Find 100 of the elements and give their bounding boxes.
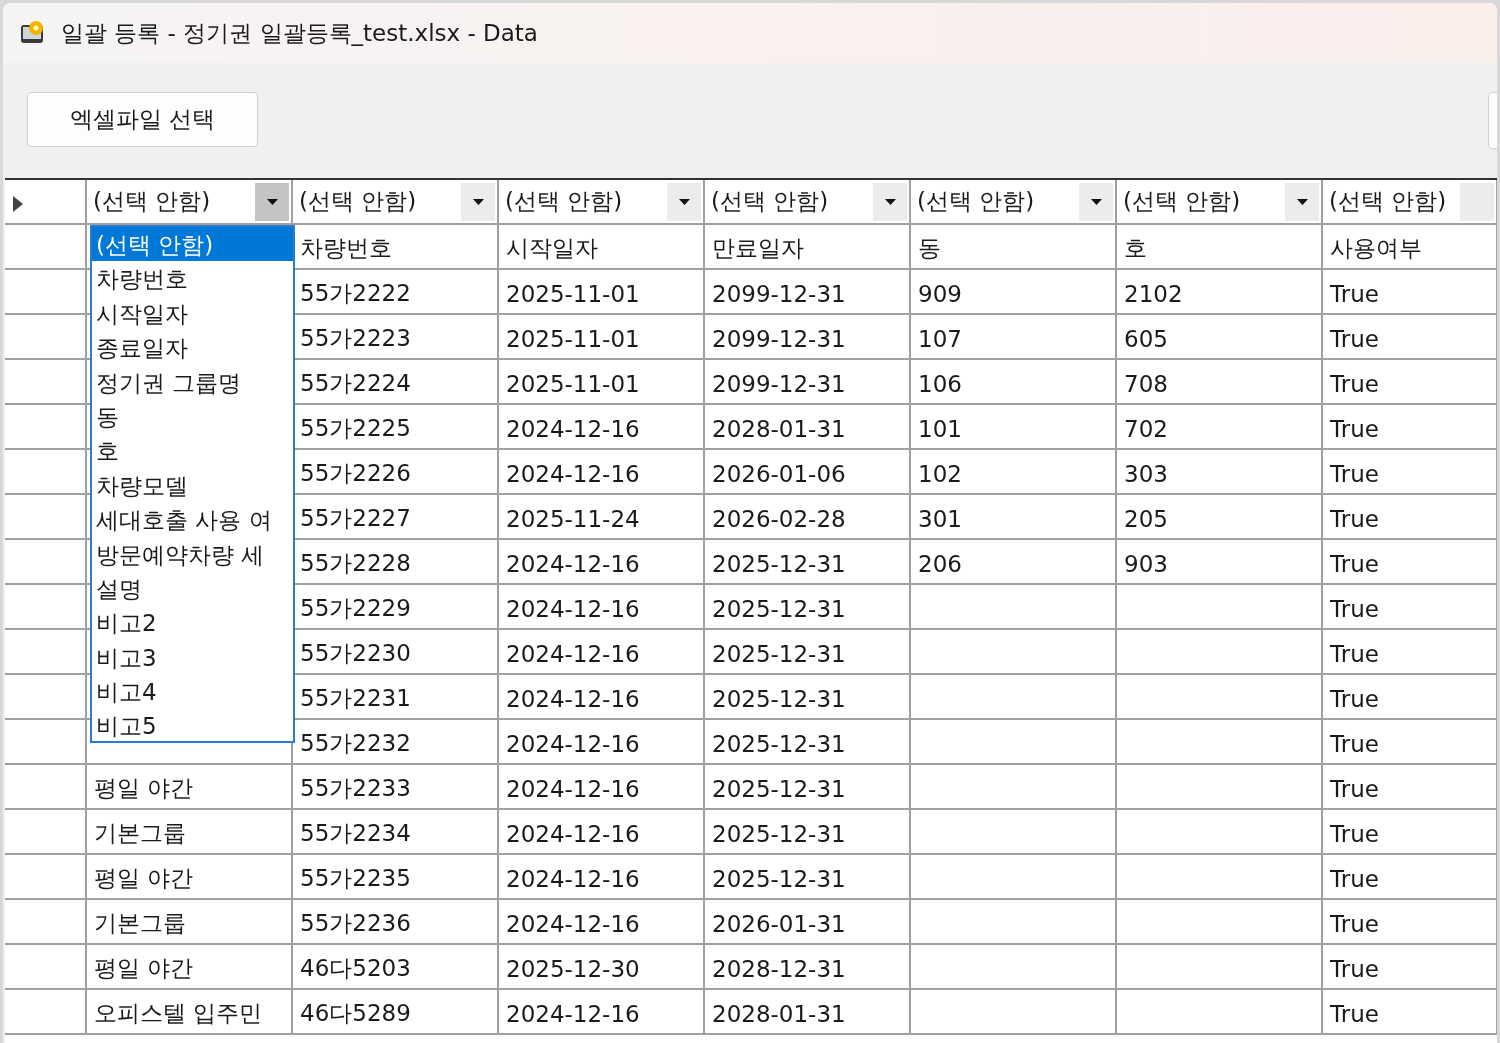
- table-cell: 2026-01-31: [705, 900, 911, 945]
- row-header[interactable]: [5, 225, 87, 270]
- table-cell: 2024-12-16: [499, 765, 705, 810]
- table-cell: True: [1323, 585, 1497, 630]
- table-cell: True: [1323, 360, 1497, 405]
- row-header[interactable]: [5, 990, 87, 1035]
- table-cell: 46다5203: [293, 945, 499, 990]
- dropdown-item[interactable]: 비고3: [92, 639, 293, 675]
- table-cell: 2028-01-31: [705, 405, 911, 450]
- row-header[interactable]: [5, 540, 87, 585]
- row-header[interactable]: [5, 900, 87, 945]
- table-cell: 55가2233: [293, 765, 499, 810]
- table-cell: 2024-12-16: [499, 900, 705, 945]
- dropdown-item[interactable]: 시작일자: [92, 295, 293, 331]
- table-cell: 605: [1117, 315, 1323, 360]
- table-cell: 평일 야간: [87, 855, 293, 900]
- dropdown-item[interactable]: 비고4: [92, 674, 293, 709]
- table-cell: 2025-11-01: [499, 315, 705, 360]
- row-header[interactable]: [5, 405, 87, 450]
- table-cell: 2099-12-31: [705, 360, 911, 405]
- caret-icon: [678, 198, 690, 205]
- table-cell: 2024-12-16: [499, 675, 705, 720]
- table-cell: 708: [1117, 360, 1323, 405]
- table-cell: 206: [911, 540, 1117, 585]
- table-cell: 2024-12-16: [499, 405, 705, 450]
- window-title: 일괄 등록 - 정기권 일괄등록_test.xlsx - Data: [61, 18, 538, 48]
- column-mapping-dropdown[interactable]: (선택 안함): [293, 181, 497, 222]
- row-header[interactable]: [5, 450, 87, 495]
- table-cell: True: [1323, 270, 1497, 315]
- dropdown-item[interactable]: 세대호출 사용 여: [92, 502, 293, 537]
- row-header[interactable]: [5, 675, 87, 720]
- dropdown-item[interactable]: 비고5: [92, 708, 293, 743]
- caret-icon: [1296, 198, 1308, 205]
- table-cell: 2024-12-16: [499, 540, 705, 585]
- dropdown-item[interactable]: 설명: [92, 570, 293, 606]
- table-cell: True: [1323, 540, 1497, 585]
- caret-icon: [884, 198, 896, 205]
- row-header[interactable]: [5, 855, 87, 900]
- table-cell: 702: [1117, 405, 1323, 450]
- table-cell: 2025-12-31: [705, 540, 911, 585]
- table-cell: True: [1323, 900, 1497, 945]
- column-mapping-dropdown[interactable]: (선택 안함): [87, 181, 291, 222]
- table-cell: 2024-12-16: [499, 990, 705, 1035]
- table-cell: 46다5289: [293, 990, 499, 1035]
- dropdown-item[interactable]: 차량번호: [92, 261, 293, 296]
- table-cell: 2025-12-31: [705, 630, 911, 675]
- select-excel-file-button[interactable]: 엑셀파일 선택: [27, 92, 258, 147]
- dropdown-item[interactable]: 정기권 그룹명: [92, 364, 293, 399]
- table-cell: True: [1323, 855, 1497, 900]
- row-header[interactable]: [5, 765, 87, 810]
- caret-icon: [472, 198, 484, 205]
- table-cell: 2025-12-31: [705, 675, 911, 720]
- row-header[interactable]: [5, 810, 87, 855]
- table-cell: 205: [1117, 495, 1323, 540]
- column-mapping-dropdown[interactable]: (선택 안함): [1117, 181, 1321, 222]
- row-header[interactable]: [5, 495, 87, 540]
- table-cell: 평일 야간: [87, 945, 293, 990]
- column-mapping-dropdown[interactable]: (선택 안함): [705, 181, 909, 222]
- table-cell: 2028-12-31: [705, 945, 911, 990]
- dropdown-item[interactable]: 방문예약차량 세: [92, 536, 293, 571]
- table-cell: True: [1323, 945, 1497, 990]
- table-cell: 사용여부: [1323, 225, 1497, 270]
- table-cell: 2025-11-24: [499, 495, 705, 540]
- table-cell: 평일 야간: [87, 765, 293, 810]
- dropdown-item[interactable]: 차량모델: [92, 467, 293, 503]
- row-header[interactable]: [5, 315, 87, 360]
- table-cell: 55가2235: [293, 855, 499, 900]
- column-mapping-dropdown[interactable]: (선택 안함): [1323, 181, 1496, 222]
- table-cell: 903: [1117, 540, 1323, 585]
- table-cell: 303: [1117, 450, 1323, 495]
- table-cell: True: [1323, 495, 1497, 540]
- table-cell: True: [1323, 630, 1497, 675]
- table-cell: 호: [1117, 225, 1323, 270]
- table-cell: 2024-12-16: [499, 810, 705, 855]
- dropdown-item[interactable]: (선택 안함): [92, 227, 293, 262]
- row-header[interactable]: [5, 945, 87, 990]
- dropdown-item[interactable]: 호: [92, 433, 293, 468]
- table-cell: 2026-02-28: [705, 495, 911, 540]
- table-cell: 기본그룹: [87, 810, 293, 855]
- dropdown-item[interactable]: 종료일자: [92, 330, 293, 365]
- table-cell: 2099-12-31: [705, 315, 911, 360]
- column-mapping-dropdown[interactable]: (선택 안함): [911, 181, 1115, 222]
- table-cell: 101: [911, 405, 1117, 450]
- column-mapping-dropdown[interactable]: (선택 안함): [499, 181, 703, 222]
- row-header[interactable]: [5, 720, 87, 765]
- row-header[interactable]: [5, 585, 87, 630]
- table-cell: 106: [911, 360, 1117, 405]
- table-cell: 2025-12-31: [705, 765, 911, 810]
- table-cell: 2025-11-01: [499, 360, 705, 405]
- dropdown-item[interactable]: 비고2: [92, 605, 293, 640]
- row-header[interactable]: [5, 360, 87, 405]
- table-cell: 2025-12-31: [705, 585, 911, 630]
- row-header[interactable]: [5, 270, 87, 315]
- row-header[interactable]: [5, 180, 87, 225]
- table-cell: 2024-12-16: [499, 585, 705, 630]
- table-cell: 2025-12-31: [705, 720, 911, 765]
- dropdown-item[interactable]: 동: [92, 398, 293, 434]
- table-cell: 2024-12-16: [499, 720, 705, 765]
- row-header[interactable]: [5, 630, 87, 675]
- table-cell: True: [1323, 675, 1497, 720]
